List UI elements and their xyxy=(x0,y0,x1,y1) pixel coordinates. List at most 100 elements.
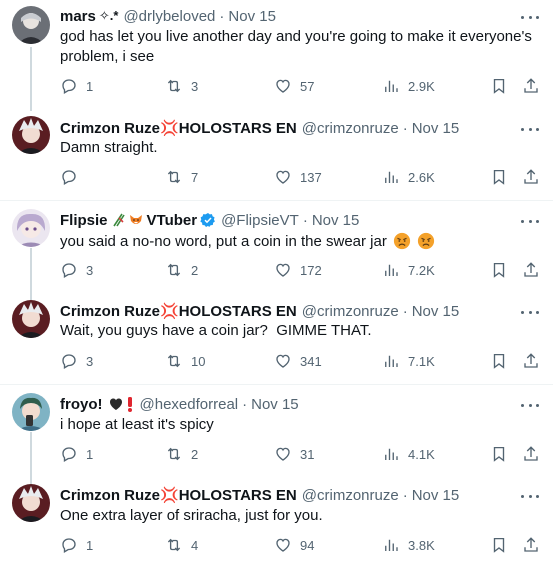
tweet[interactable]: Crimzon Ruze 💢HOLOSTARS EN @crimzonruze … xyxy=(0,476,553,564)
chopsticks-icon xyxy=(112,213,125,227)
retweet-button[interactable]: 4 xyxy=(165,534,198,556)
display-name[interactable]: froyo! xyxy=(60,396,103,413)
views-button[interactable]: 2.6K xyxy=(382,166,435,188)
tweet-date[interactable]: Nov 15 xyxy=(412,303,460,320)
user-handle[interactable]: @crimzonruze xyxy=(302,487,399,504)
tweet[interactable]: Crimzon Ruze 💢HOLOSTARS EN @crimzonruze … xyxy=(0,108,553,200)
more-options-icon[interactable] xyxy=(521,214,539,228)
retweet-button[interactable]: 7 xyxy=(165,166,198,188)
views-button[interactable]: 4.1K xyxy=(382,443,435,465)
name-decoration: 💢HOLOSTARS EN xyxy=(160,120,297,137)
name-emoji-decoration xyxy=(108,396,135,412)
reply-icon xyxy=(62,263,76,278)
user-handle[interactable]: @crimzonruze xyxy=(302,120,399,137)
avatar[interactable] xyxy=(12,393,50,431)
like-button[interactable]: 57 xyxy=(274,75,314,97)
tweet-text: One extra layer of sriracha, just for yo… xyxy=(60,507,323,524)
display-name[interactable]: Crimzon Ruze xyxy=(60,303,160,320)
reply-button[interactable]: 3 xyxy=(60,259,93,281)
share-icon xyxy=(524,446,538,461)
tweet[interactable]: Flipsie VTuber @FlipsieVT · Nov 15 you s… xyxy=(0,200,553,300)
avatar[interactable] xyxy=(12,484,50,522)
reply-button[interactable]: 1 xyxy=(60,443,93,465)
retweet-icon xyxy=(167,447,181,461)
like-button[interactable]: 94 xyxy=(274,534,314,556)
retweet-icon xyxy=(167,538,181,552)
views-button[interactable]: 3.8K xyxy=(382,534,435,556)
more-options-icon[interactable] xyxy=(521,398,539,412)
share-button[interactable] xyxy=(522,350,540,372)
reply-count: 1 xyxy=(86,78,94,94)
retweet-button[interactable]: 3 xyxy=(165,75,198,97)
tweet-header: Crimzon Ruze 💢HOLOSTARS EN @crimzonruze … xyxy=(60,301,459,321)
user-handle[interactable]: @FlipsieVT xyxy=(221,212,299,229)
avatar[interactable] xyxy=(12,300,50,338)
like-button[interactable]: 31 xyxy=(274,443,314,465)
tweet-date[interactable]: Nov 15 xyxy=(228,8,276,25)
avatar[interactable] xyxy=(12,116,50,154)
more-options-icon[interactable] xyxy=(521,489,539,503)
share-button[interactable] xyxy=(522,534,540,556)
tweet-text-row: you said a no-no word, put a coin in the… xyxy=(60,232,540,252)
like-count: 137 xyxy=(300,169,322,185)
views-button[interactable]: 7.2K xyxy=(382,259,435,281)
tweet[interactable]: froyo! @hexedforreal · Nov 15 i hope at … xyxy=(0,384,553,484)
tweet-date[interactable]: Nov 15 xyxy=(251,396,299,413)
bookmark-button[interactable] xyxy=(490,259,508,281)
views-icon xyxy=(385,264,398,276)
avatar[interactable] xyxy=(12,6,50,44)
reply-button[interactable]: 1 xyxy=(60,75,93,97)
more-options-icon[interactable] xyxy=(521,122,539,136)
user-handle[interactable]: @crimzonruze xyxy=(302,303,399,320)
share-button[interactable] xyxy=(522,166,540,188)
tweet-text: god has let you live another day and you… xyxy=(60,28,532,65)
more-options-icon[interactable] xyxy=(521,10,539,24)
display-name[interactable]: Crimzon Ruze xyxy=(60,120,160,137)
retweet-button[interactable]: 2 xyxy=(165,259,198,281)
tweet-date[interactable]: Nov 15 xyxy=(412,487,460,504)
bookmark-button[interactable] xyxy=(490,443,508,465)
avatar[interactable] xyxy=(12,209,50,247)
tweet-actions: 7 137 2.6K xyxy=(60,166,541,188)
retweet-button[interactable]: 10 xyxy=(165,350,205,372)
display-name[interactable]: mars xyxy=(60,8,96,25)
tweet-feed: mars ✧.* @drlybeloved · Nov 15 god has l… xyxy=(0,0,553,564)
user-handle[interactable]: @drlybeloved xyxy=(123,8,215,25)
tweet-date[interactable]: Nov 15 xyxy=(412,120,460,137)
reply-button[interactable]: 1 xyxy=(60,534,93,556)
tweet[interactable]: Crimzon Ruze 💢HOLOSTARS EN @crimzonruze … xyxy=(0,292,553,384)
retweet-icon xyxy=(167,263,181,277)
display-name[interactable]: Crimzon Ruze xyxy=(60,487,160,504)
bookmark-icon xyxy=(493,537,505,553)
tweet[interactable]: mars ✧.* @drlybeloved · Nov 15 god has l… xyxy=(0,0,553,111)
verified-badge-icon[interactable] xyxy=(200,212,216,228)
reply-button[interactable] xyxy=(60,166,86,188)
more-options-icon[interactable] xyxy=(521,305,539,319)
share-button[interactable] xyxy=(522,259,540,281)
views-icon xyxy=(385,171,398,183)
share-button[interactable] xyxy=(522,443,540,465)
separator-dot: · xyxy=(302,211,308,229)
user-handle[interactable]: @hexedforreal xyxy=(140,396,239,413)
retweet-count: 3 xyxy=(191,78,199,94)
bookmark-button[interactable] xyxy=(490,534,508,556)
like-button[interactable]: 172 xyxy=(274,259,322,281)
like-icon xyxy=(276,170,290,184)
share-icon xyxy=(524,537,538,552)
share-button[interactable] xyxy=(522,75,540,97)
bookmark-button[interactable] xyxy=(490,166,508,188)
retweet-button[interactable]: 2 xyxy=(165,443,198,465)
bookmark-button[interactable] xyxy=(490,350,508,372)
tweet-header: froyo! @hexedforreal · Nov 15 xyxy=(60,394,299,414)
views-button[interactable]: 7.1K xyxy=(382,350,435,372)
black-heart-icon xyxy=(109,398,122,410)
bookmark-button[interactable] xyxy=(490,75,508,97)
reply-button[interactable]: 3 xyxy=(60,350,93,372)
tweet-date[interactable]: Nov 15 xyxy=(312,212,360,229)
views-button[interactable]: 2.9K xyxy=(382,75,435,97)
tweet-text: you said a no-no word, put a coin in the… xyxy=(60,233,387,250)
like-button[interactable]: 341 xyxy=(274,350,322,372)
like-button[interactable]: 137 xyxy=(274,166,322,188)
like-count: 57 xyxy=(300,78,315,94)
display-name[interactable]: Flipsie xyxy=(60,212,108,229)
